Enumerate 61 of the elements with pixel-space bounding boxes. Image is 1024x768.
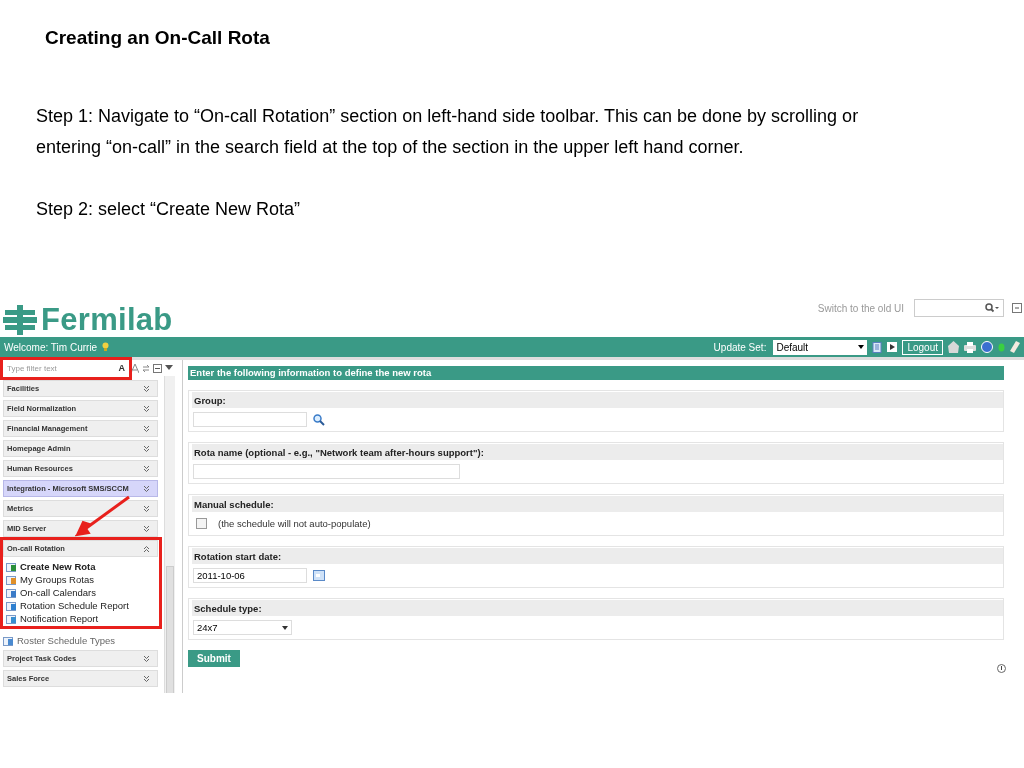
chevron-down-icon (143, 484, 150, 493)
welcome-text: Welcome: Tim Currie (4, 341, 98, 353)
scrollbar[interactable] (164, 376, 175, 693)
module-icon (6, 613, 17, 624)
field-label: Group: (192, 392, 1003, 408)
status-icon (998, 342, 1005, 352)
rota-name-field[interactable] (193, 464, 460, 479)
chevron-down-icon (143, 444, 150, 453)
expand-icon[interactable] (1012, 303, 1022, 313)
logo-icon (3, 305, 37, 335)
field-label: Manual schedule: (192, 496, 1003, 512)
schedule-type-select[interactable]: 24x7 (193, 620, 292, 635)
play-icon[interactable] (887, 342, 898, 352)
module-icon (3, 635, 14, 646)
chevron-down-icon (143, 654, 150, 663)
chevron-down-icon (143, 674, 150, 683)
update-set-label: Update Set: (713, 341, 767, 353)
module-link[interactable]: My Groups Rotas (6, 573, 94, 586)
module-icon (6, 561, 17, 572)
info-icon[interactable] (997, 664, 1006, 673)
logo-text: Fermilab (41, 302, 173, 338)
search-icon (985, 303, 999, 313)
text-size-icon[interactable] (131, 363, 139, 373)
field-label: Rota name (optional - e.g., "Network team after-hours support"): (192, 444, 1003, 460)
module-link[interactable]: Rotation Schedule Report (6, 599, 129, 612)
module-link[interactable]: Create New Rota (6, 560, 96, 573)
chevron-down-icon (143, 424, 150, 433)
chevron-down-icon (143, 384, 150, 393)
module-link[interactable]: On-call Calendars (6, 586, 97, 599)
field-label: Schedule type: (192, 600, 1003, 616)
home-icon[interactable] (948, 341, 959, 353)
lightbulb-icon[interactable] (102, 342, 110, 352)
chevron-down-icon (143, 504, 150, 513)
module-icon (6, 600, 17, 611)
chevron-down-icon (143, 404, 150, 413)
module-link[interactable]: Roster Schedule Types (3, 634, 116, 647)
arrow-overlay (75, 495, 131, 537)
chevron-down-icon (143, 464, 150, 473)
dropdown-icon[interactable] (165, 365, 173, 371)
collapse-icon[interactable] (153, 363, 162, 373)
global-search-field[interactable] (914, 299, 1004, 317)
field-label: Rotation start date: (192, 548, 1003, 564)
form-title: Enter the following information to define the new rota (188, 366, 1004, 380)
search-icon[interactable] (313, 413, 325, 426)
print-icon[interactable] (964, 341, 976, 353)
module-icon (6, 587, 17, 598)
refresh-icon[interactable] (142, 363, 150, 373)
slide-title: Creating an On-Call Rota (45, 27, 270, 49)
chevron-up-icon (143, 544, 150, 553)
module-icon (6, 574, 17, 585)
checkbox-note: (the schedule will not auto-populate) (218, 518, 371, 529)
chevron-down-icon (143, 524, 150, 533)
checkbox[interactable] (196, 518, 207, 529)
step-text: Step 1: Navigate to “On-call Rotation” section on left-hand side toolbar. This can be done by scrolling or entering “on-call” in the search field at the top of the section in the upper left hand corner. (36, 105, 860, 159)
group-field[interactable] (193, 412, 307, 427)
calendar-icon[interactable] (313, 570, 325, 581)
step-text: Step 2: select “Create New Rota” (36, 198, 302, 221)
module-link[interactable]: Notification Report (6, 612, 99, 625)
eraser-icon[interactable] (1010, 341, 1020, 353)
date-field[interactable]: 2011-10-06 (193, 568, 307, 583)
update-set-select[interactable]: Default (773, 339, 868, 355)
